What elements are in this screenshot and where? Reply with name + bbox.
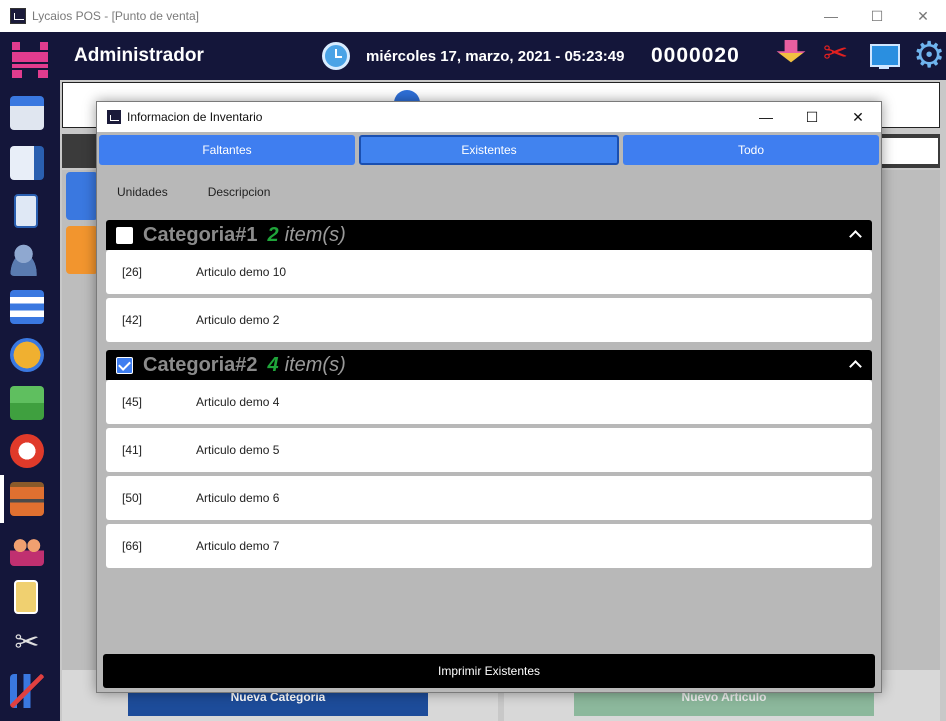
print-existing-button[interactable]: Imprimir Existentes bbox=[103, 654, 875, 688]
category-count: 2 bbox=[267, 223, 279, 246]
list-item[interactable]: [50] Articulo demo 6 bbox=[106, 476, 872, 520]
category-header[interactable]: Categoria#1 2 item(s) bbox=[106, 220, 872, 250]
category-checkbox[interactable] bbox=[116, 226, 133, 244]
maximize-button[interactable]: ☐ bbox=[854, 0, 900, 32]
cut-icon[interactable] bbox=[821, 36, 853, 72]
window-title: Lycaios POS - [Punto de venta] bbox=[32, 9, 199, 23]
chevron-up-icon[interactable] bbox=[849, 360, 862, 373]
category-checkbox-checked[interactable] bbox=[116, 356, 133, 374]
background-blue-tile bbox=[66, 172, 98, 220]
column-header-description: Descripcion bbox=[207, 185, 271, 199]
list-item[interactable]: [45] Articulo demo 4 bbox=[106, 380, 872, 424]
list-item[interactable]: [26] Articulo demo 10 bbox=[106, 250, 872, 294]
category-name: Categoria#1 bbox=[143, 223, 258, 246]
background-search-input bbox=[880, 138, 938, 164]
dialog-app-icon bbox=[107, 110, 121, 124]
display-icon[interactable] bbox=[867, 40, 900, 72]
filter-tabs: Faltantes Existentes Todo bbox=[99, 135, 879, 165]
new-category-button[interactable]: Nueva Categoria bbox=[128, 690, 428, 716]
close-button[interactable]: ✕ bbox=[900, 0, 946, 32]
item-units: [45] bbox=[122, 395, 143, 409]
list-item[interactable]: [66] Articulo demo 7 bbox=[106, 524, 872, 568]
sidebar-item-users-icon[interactable] bbox=[10, 242, 44, 276]
clock-icon bbox=[322, 42, 350, 70]
category-items-label: item(s) bbox=[284, 353, 346, 376]
sidebar-item-exit-icon[interactable] bbox=[14, 580, 38, 614]
sidebar-item-timer-icon[interactable] bbox=[10, 434, 44, 468]
dialog-controls: — ☐ ✕ bbox=[743, 102, 881, 132]
inventory-dialog: Informacion de Inventario — ☐ ✕ Faltante… bbox=[96, 101, 882, 693]
dialog-titlebar: Informacion de Inventario — ☐ ✕ bbox=[97, 102, 881, 132]
brand-logo-icon bbox=[12, 42, 48, 78]
sidebar-item-scissors-icon[interactable]: ✂ bbox=[10, 626, 44, 660]
user-name: Administrador bbox=[74, 45, 204, 66]
dialog-maximize-button[interactable]: ☐ bbox=[789, 102, 835, 132]
dialog-title: Informacion de Inventario bbox=[127, 110, 263, 124]
item-units: [42] bbox=[122, 313, 143, 327]
receive-package-icon[interactable] bbox=[776, 40, 806, 63]
item-units: [26] bbox=[122, 265, 143, 279]
sidebar-item-schedule-icon[interactable] bbox=[10, 290, 44, 324]
item-description: Articulo demo 4 bbox=[196, 395, 280, 409]
window-controls: — ☐ ✕ bbox=[808, 0, 946, 32]
category-items-label: item(s) bbox=[284, 223, 346, 246]
dialog-close-button[interactable]: ✕ bbox=[835, 102, 881, 132]
column-headers: Unidades Descripcion bbox=[117, 185, 310, 199]
dialog-minimize-button[interactable]: — bbox=[743, 102, 789, 132]
chevron-up-icon[interactable] bbox=[849, 230, 862, 243]
tab-faltantes[interactable]: Faltantes bbox=[99, 135, 355, 165]
category-name: Categoria#2 bbox=[143, 353, 258, 376]
datetime: miércoles 17, marzo, 2021 - 05:23:49 bbox=[366, 47, 625, 65]
item-units: [50] bbox=[122, 491, 143, 505]
minimize-button[interactable]: — bbox=[808, 0, 854, 32]
sidebar-active-indicator bbox=[0, 475, 4, 523]
list-item[interactable]: [41] Articulo demo 5 bbox=[106, 428, 872, 472]
category-count: 4 bbox=[267, 353, 279, 376]
app-icon bbox=[10, 8, 26, 24]
sidebar-item-document-icon[interactable] bbox=[14, 194, 38, 228]
sidebar-item-inventory-icon[interactable] bbox=[10, 482, 44, 516]
sidebar-item-reports-icon[interactable] bbox=[10, 674, 44, 708]
app-header: Administrador miércoles 17, marzo, 2021 … bbox=[60, 32, 946, 80]
sidebar-item-checklist-icon[interactable] bbox=[10, 146, 44, 180]
item-description: Articulo demo 10 bbox=[196, 265, 287, 279]
item-description: Articulo demo 7 bbox=[196, 539, 280, 553]
item-description: Articulo demo 2 bbox=[196, 313, 280, 327]
column-header-units: Unidades bbox=[117, 185, 168, 199]
item-description: Articulo demo 5 bbox=[196, 443, 280, 457]
window-titlebar: Lycaios POS - [Punto de venta] — ☐ ✕ bbox=[0, 0, 946, 32]
sidebar-item-top-icon[interactable] bbox=[10, 338, 44, 372]
tab-todo[interactable]: Todo bbox=[623, 135, 879, 165]
ticket-counter: 0000020 bbox=[651, 44, 740, 67]
sidebar-item-sales-icon[interactable] bbox=[10, 96, 44, 130]
settings-gear-icon[interactable] bbox=[913, 34, 945, 76]
new-article-button[interactable]: Nuevo Articulo bbox=[574, 690, 874, 716]
sidebar-item-money-icon[interactable] bbox=[10, 386, 44, 420]
item-description: Articulo demo 6 bbox=[196, 491, 280, 505]
tab-existentes[interactable]: Existentes bbox=[359, 135, 619, 165]
item-units: [41] bbox=[122, 443, 143, 457]
sidebar-item-clients-icon[interactable] bbox=[10, 532, 44, 566]
inventory-list: Categoria#1 2 item(s) [26] Articulo demo… bbox=[106, 220, 872, 572]
category-header[interactable]: Categoria#2 4 item(s) bbox=[106, 350, 872, 380]
sidebar: ✂ bbox=[0, 32, 60, 721]
background-orange-tile bbox=[66, 226, 98, 274]
list-item[interactable]: [42] Articulo demo 2 bbox=[106, 298, 872, 342]
item-units: [66] bbox=[122, 539, 143, 553]
